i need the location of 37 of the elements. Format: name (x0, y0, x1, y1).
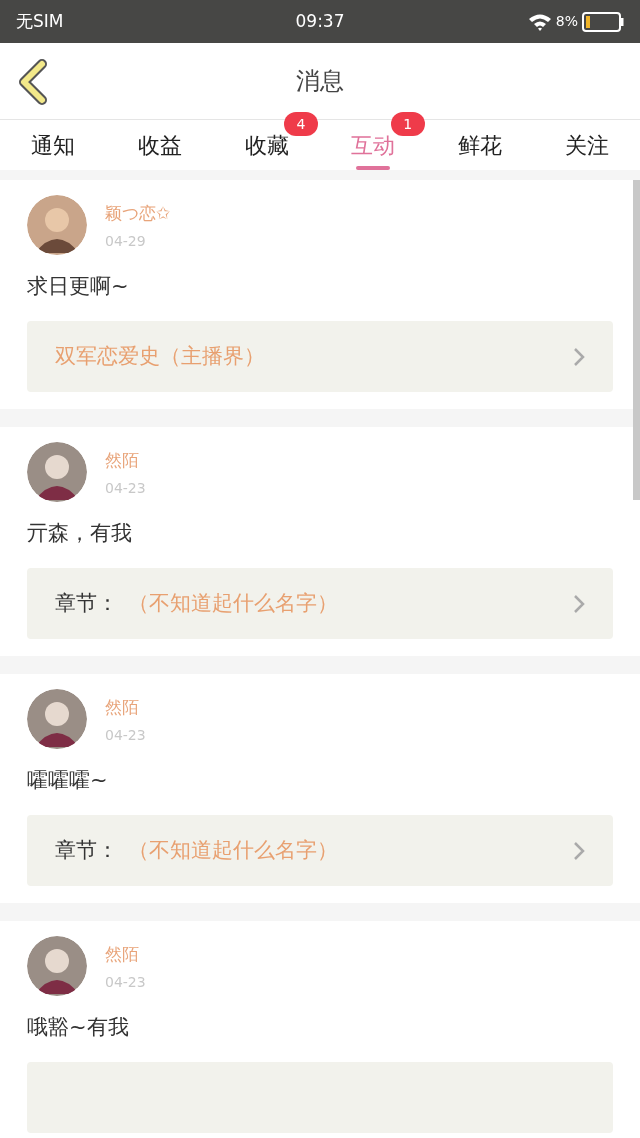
user-name: 颖つ恋✩ (105, 202, 171, 225)
avatar (27, 936, 87, 996)
chapter-title: 双军恋爱史（主播界） (55, 342, 265, 370)
avatar (27, 195, 87, 255)
message-text: 哦豁~有我 (27, 1014, 130, 1041)
tab[interactable]: 关注 (533, 120, 640, 170)
tab-underline (356, 166, 391, 170)
count-badge: 4 (284, 112, 318, 136)
message-text: 求日更啊~ (27, 273, 130, 300)
tab[interactable]: 鲜花 (426, 120, 534, 170)
chapter-link[interactable]: 章节： （不知道起什么名字） (27, 568, 613, 639)
user-name: 然陌 (105, 449, 140, 472)
avatar (27, 689, 87, 749)
battery-percent: 8% (555, 12, 578, 31)
message-text: 嚯嚯嚯~ (27, 767, 109, 794)
carrier-label: 无SIM (16, 9, 65, 33)
message-text: 亓森，有我 (27, 520, 133, 547)
chapter-label: 章节： (55, 589, 118, 617)
chapter-link[interactable]: 章节： （不知道起什么名字） (27, 815, 613, 886)
chapter-title: （不知道起什么名字） (128, 589, 338, 617)
avatar (27, 442, 87, 502)
count-badge: 1 (390, 112, 425, 136)
chapter-label: 章节： (55, 836, 118, 864)
page-title: 消息 (296, 66, 344, 97)
chevron-right-icon (573, 593, 585, 614)
clock: 09:37 (294, 9, 346, 33)
tab[interactable]: 收益 (106, 120, 214, 170)
user-name: 然陌 (105, 943, 140, 966)
back-icon (16, 59, 48, 105)
chevron-right-icon (573, 346, 585, 367)
user-name: 然陌 (105, 696, 140, 719)
tab[interactable]: 通知 (0, 120, 107, 170)
wifi-icon (527, 12, 552, 31)
chapter-title: （不知道起什么名字） (128, 836, 338, 864)
battery-icon (582, 11, 624, 32)
chevron-right-icon (573, 840, 585, 861)
back-button[interactable] (16, 59, 50, 105)
